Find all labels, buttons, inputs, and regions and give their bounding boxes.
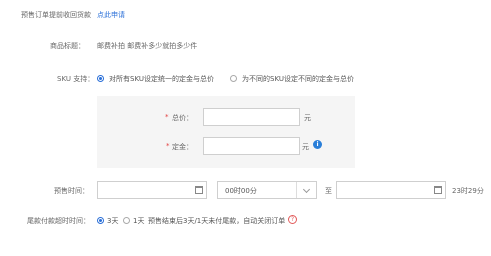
sku-option-different-label[interactable]: 为不同的SKU设定不同的定金与总价 (242, 74, 354, 84)
total-price-input[interactable] (203, 108, 300, 126)
end-time-value: 23时29分 (452, 187, 484, 195)
total-required-mark: * (165, 113, 169, 121)
start-time-value: 00时00分 (225, 187, 257, 195)
help-icon[interactable]: ? (288, 215, 297, 224)
sku-label: SKU 支持： (57, 75, 95, 83)
calendar-icon[interactable] (434, 186, 442, 194)
deposit-unit: 元 (302, 143, 309, 151)
time-separator: 至 (325, 187, 332, 195)
end-date-input[interactable] (336, 181, 446, 199)
deposit-label: 定金： (172, 143, 193, 151)
deposit-required-mark: * (166, 142, 170, 150)
product-title-value: 邮费补拍 邮费补多少就拍多少件 (97, 42, 198, 50)
sku-radio-different[interactable] (230, 75, 237, 82)
chevron-down-icon[interactable] (302, 185, 311, 194)
timeout-option-1day-label[interactable]: 1天 (133, 216, 144, 226)
timeout-option-3days-label[interactable]: 3天 (107, 216, 118, 226)
start-time-select[interactable]: 00时00分 (217, 181, 317, 199)
page-header-text: 预售订单提前收回货款 (21, 11, 91, 19)
timeout-note: 预售结束后3天/1天未付尾款，自动关闭订单 (148, 217, 286, 225)
timeout-radio-1day[interactable] (123, 217, 130, 224)
total-unit: 元 (304, 114, 311, 122)
sku-option-uniform-label[interactable]: 对所有SKU设定统一的定金与总价 (109, 74, 214, 84)
sku-radio-uniform[interactable] (97, 75, 104, 82)
start-date-input[interactable] (97, 181, 207, 199)
total-label: 总价： (172, 114, 193, 122)
presale-time-label: 预售时间： (54, 187, 89, 195)
info-icon[interactable]: i (313, 140, 322, 149)
apply-link[interactable]: 点此申请 (97, 10, 125, 20)
deposit-input[interactable] (203, 137, 300, 155)
balance-timeout-label: 尾款付款超时时间： (27, 217, 90, 225)
price-panel (97, 96, 355, 168)
calendar-icon[interactable] (195, 186, 203, 194)
timeout-radio-3days[interactable] (97, 217, 104, 224)
product-title-label: 商品标题： (50, 42, 85, 50)
